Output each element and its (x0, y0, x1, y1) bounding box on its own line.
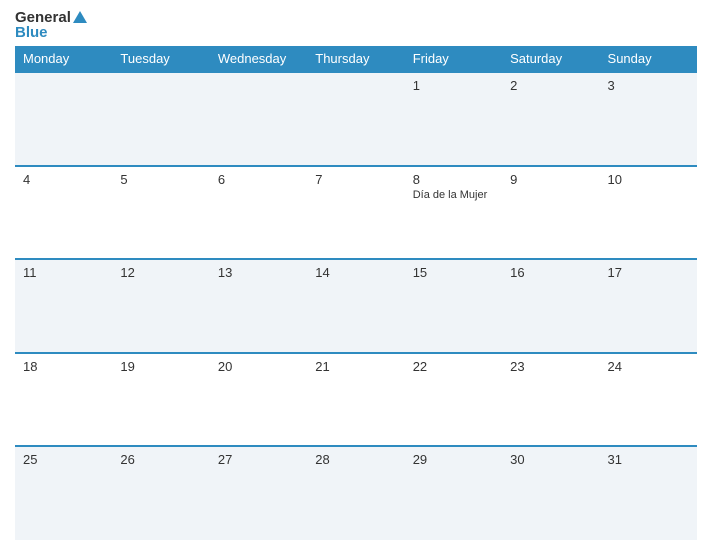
day-number: 9 (510, 172, 591, 187)
calendar-cell (307, 72, 404, 166)
calendar-cell (112, 72, 209, 166)
day-number: 15 (413, 265, 494, 280)
day-number: 22 (413, 359, 494, 374)
day-number: 1 (413, 78, 494, 93)
day-number: 28 (315, 452, 396, 467)
calendar-cell: 10 (600, 166, 697, 260)
day-number: 11 (23, 265, 104, 280)
day-number: 27 (218, 452, 299, 467)
day-number: 20 (218, 359, 299, 374)
day-number: 29 (413, 452, 494, 467)
calendar-week-row: 11 12 13 14 15 16 17 (15, 259, 697, 353)
calendar-cell: 30 (502, 446, 599, 540)
logo: GeneralBlue (15, 10, 87, 40)
calendar-cell: 26 (112, 446, 209, 540)
calendar-week-row: 18 19 20 21 22 23 24 (15, 353, 697, 447)
logo-triangle-icon (73, 11, 87, 23)
day-number: 10 (608, 172, 689, 187)
calendar-cell: 31 (600, 446, 697, 540)
day-number: 25 (23, 452, 104, 467)
calendar-cell: 7 (307, 166, 404, 260)
calendar-week-row: 25 26 27 28 29 30 31 (15, 446, 697, 540)
calendar-cell: 29 (405, 446, 502, 540)
day-number: 30 (510, 452, 591, 467)
calendar-cell: 1 (405, 72, 502, 166)
day-number: 3 (608, 78, 689, 93)
day-number: 4 (23, 172, 104, 187)
calendar-cell: 15 (405, 259, 502, 353)
calendar-cell: 16 (502, 259, 599, 353)
calendar-cell: 3 (600, 72, 697, 166)
day-number: 21 (315, 359, 396, 374)
days-header-row: MondayTuesdayWednesdayThursdayFridaySatu… (15, 46, 697, 72)
calendar-table: MondayTuesdayWednesdayThursdayFridaySatu… (15, 46, 697, 540)
logo-blue-text: Blue (15, 24, 48, 41)
calendar-cell: 9 (502, 166, 599, 260)
day-number: 31 (608, 452, 689, 467)
calendar-cell: 2 (502, 72, 599, 166)
calendar-week-row: 4 5 6 7 8 Día de la Mujer 9 10 (15, 166, 697, 260)
day-number: 23 (510, 359, 591, 374)
calendar-cell: 27 (210, 446, 307, 540)
day-header-sunday: Sunday (600, 46, 697, 72)
day-number: 6 (218, 172, 299, 187)
calendar-cell (15, 72, 112, 166)
day-number: 17 (608, 265, 689, 280)
day-number: 8 (413, 172, 494, 187)
calendar-cell: 24 (600, 353, 697, 447)
calendar-cell: 12 (112, 259, 209, 353)
calendar-cell: 5 (112, 166, 209, 260)
day-number: 7 (315, 172, 396, 187)
calendar-header: GeneralBlue (15, 10, 697, 40)
calendar-week-row: 1 2 3 (15, 72, 697, 166)
logo-general-text: General (15, 10, 71, 25)
calendar-cell: 20 (210, 353, 307, 447)
day-number: 13 (218, 265, 299, 280)
day-number: 2 (510, 78, 591, 93)
day-number: 14 (315, 265, 396, 280)
day-number: 18 (23, 359, 104, 374)
day-header-thursday: Thursday (307, 46, 404, 72)
calendar-cell: 11 (15, 259, 112, 353)
calendar-cell (210, 72, 307, 166)
day-number: 5 (120, 172, 201, 187)
day-header-tuesday: Tuesday (112, 46, 209, 72)
day-number: 19 (120, 359, 201, 374)
calendar-cell: 13 (210, 259, 307, 353)
calendar-cell: 14 (307, 259, 404, 353)
calendar-cell: 17 (600, 259, 697, 353)
calendar-cell: 22 (405, 353, 502, 447)
calendar-cell: 18 (15, 353, 112, 447)
day-header-saturday: Saturday (502, 46, 599, 72)
day-number: 24 (608, 359, 689, 374)
calendar-cell: 25 (15, 446, 112, 540)
day-number: 16 (510, 265, 591, 280)
day-header-wednesday: Wednesday (210, 46, 307, 72)
calendar-cell: 19 (112, 353, 209, 447)
calendar-cell: 28 (307, 446, 404, 540)
calendar-cell: 8 Día de la Mujer (405, 166, 502, 260)
day-number: 26 (120, 452, 201, 467)
event-label: Día de la Mujer (413, 189, 494, 201)
day-header-monday: Monday (15, 46, 112, 72)
calendar-cell: 6 (210, 166, 307, 260)
day-header-friday: Friday (405, 46, 502, 72)
calendar-cell: 4 (15, 166, 112, 260)
calendar-cell: 21 (307, 353, 404, 447)
calendar-cell: 23 (502, 353, 599, 447)
day-number: 12 (120, 265, 201, 280)
